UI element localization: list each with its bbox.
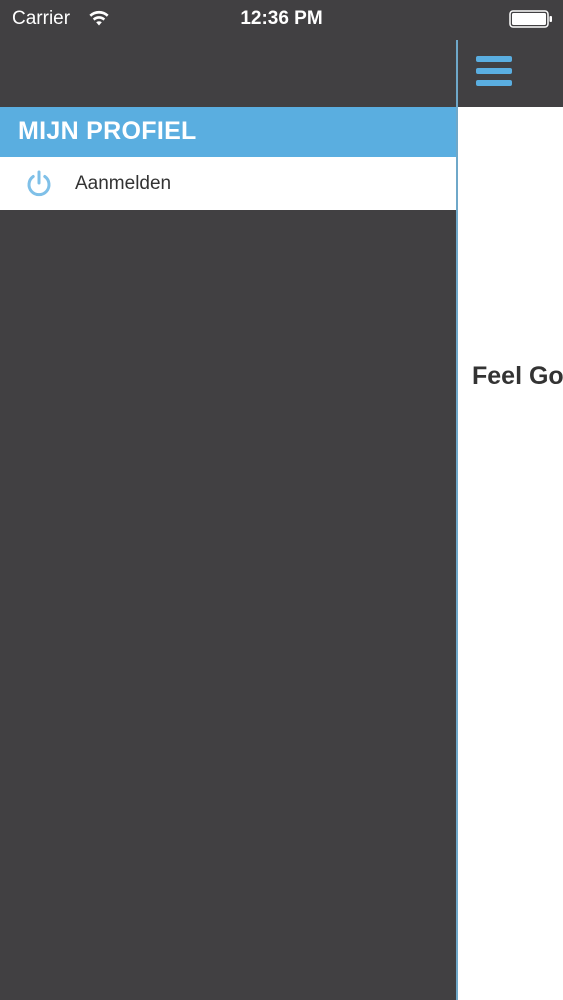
menu-icon[interactable] [476,55,512,87]
status-time: 12:36 PM [240,8,323,29]
status-bar: Carrier 12:36 PM [0,0,563,40]
power-icon [27,170,51,197]
drawer-item-label: Aanmelden [75,173,172,194]
drawer-header-title: MIJN PROFIEL [18,117,197,145]
app-screen: Carrier 12:36 PM Feel Go MIJN PROFIEL Aa… [0,0,563,1000]
side-drawer: MIJN PROFIEL Aanmelden [0,0,456,1000]
drawer-item-aanmelden[interactable]: Aanmelden [0,157,456,210]
main-panel: Feel Go [456,0,563,1000]
battery-icon [509,10,552,28]
drawer-header: MIJN PROFIEL [0,107,456,157]
main-title: Feel Go [472,362,563,390]
